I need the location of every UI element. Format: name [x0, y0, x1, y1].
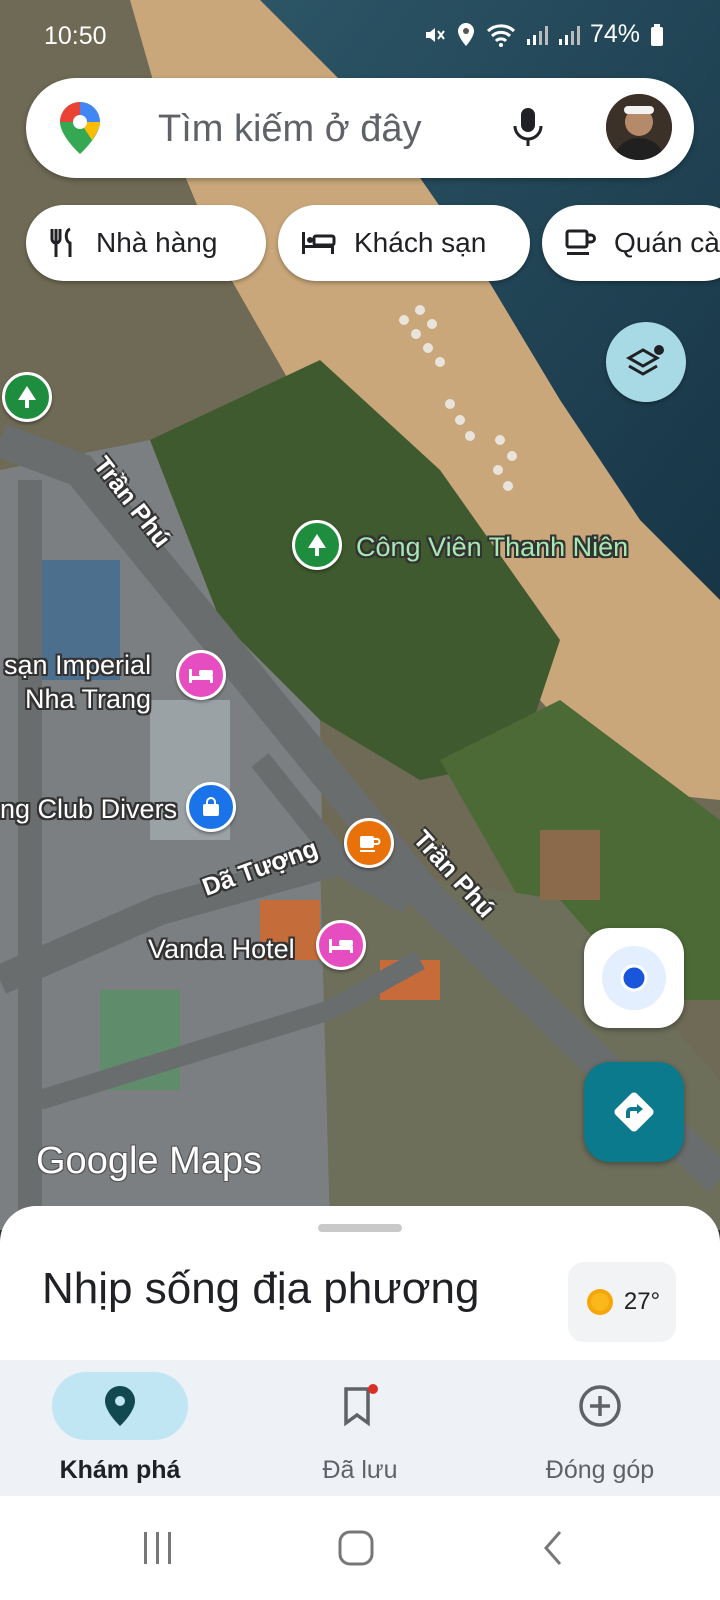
layers-button[interactable]: [606, 322, 686, 402]
google-maps-pin-icon: [60, 102, 100, 154]
chip-label: Quán cà: [614, 227, 720, 258]
profile-photo: [606, 94, 672, 160]
system-nav-bar: [0, 1496, 720, 1600]
cafe-pin[interactable]: [344, 818, 394, 868]
place-label-vanda[interactable]: Vanda Hotel: [148, 934, 295, 965]
status-time: 10:50: [44, 22, 107, 50]
place-label-divers[interactable]: ng Club Divers: [0, 794, 177, 825]
back-icon: [544, 1531, 562, 1565]
map-view[interactable]: Công Viên Thanh Niên sạn Imperial Nha Tr…: [0, 0, 720, 1230]
my-location-button[interactable]: [584, 928, 684, 1028]
shopping-pin[interactable]: [186, 782, 236, 832]
tree-icon: [18, 386, 36, 408]
search-bar[interactable]: Tìm kiếm ở đây: [26, 78, 694, 178]
my-location-icon: [602, 946, 666, 1010]
directions-icon: [614, 1092, 654, 1132]
chip-label: Nhà hàng: [96, 227, 218, 258]
microphone-icon[interactable]: [510, 104, 546, 152]
google-maps-watermark: Google Maps: [36, 1140, 263, 1182]
status-icons: 74%: [422, 20, 664, 49]
avatar[interactable]: [606, 94, 672, 160]
nav-saved[interactable]: Đã lưu: [240, 1360, 480, 1496]
location-icon: [457, 22, 474, 46]
satellite-imagery: [0, 0, 720, 1230]
place-label-park[interactable]: Công Viên Thanh Niên: [356, 532, 628, 563]
weather-temperature: 27°: [623, 1288, 661, 1315]
shopping-bag-icon: [203, 797, 219, 816]
recents-icon: [144, 1532, 171, 1564]
nav-contribute-indicator: [532, 1372, 668, 1440]
nav-explore-indicator: [52, 1372, 188, 1440]
bottom-sheet[interactable]: Nhịp sống địa phương 27°: [0, 1206, 720, 1366]
park-pin[interactable]: [2, 372, 52, 422]
nav-label: Khám phá: [59, 1456, 181, 1484]
hotel-bed-icon: [302, 232, 336, 254]
add-circle-icon: [579, 1385, 621, 1427]
chip-cafes[interactable]: Quán cà: [542, 205, 720, 281]
home-icon: [338, 1530, 374, 1566]
wifi-icon: [486, 23, 515, 47]
signal-icon: [558, 25, 580, 45]
nav-label: Đã lưu: [322, 1456, 398, 1484]
nav-label: Đóng góp: [545, 1456, 655, 1484]
sun-icon: [586, 1289, 613, 1315]
layers-icon: [625, 345, 664, 376]
park-pin[interactable]: [292, 520, 342, 570]
sheet-drag-handle[interactable]: [318, 1224, 402, 1232]
nav-contribute[interactable]: Đóng góp: [480, 1360, 720, 1496]
chip-hotels[interactable]: Khách sạn: [278, 205, 530, 281]
location-pin-icon: [105, 1386, 135, 1426]
weather-chip[interactable]: 27°: [568, 1262, 676, 1342]
mute-icon: [425, 27, 445, 42]
chip-restaurants[interactable]: Nhà hàng: [26, 205, 266, 281]
tree-icon: [308, 534, 326, 556]
chip-label: Khách sạn: [354, 227, 487, 258]
hotel-pin[interactable]: [176, 650, 226, 700]
directions-button[interactable]: [584, 1062, 684, 1162]
home-button[interactable]: [316, 1520, 396, 1576]
hotel-pin[interactable]: [316, 920, 366, 970]
coffee-cup-icon: [360, 836, 381, 852]
nav-explore[interactable]: Khám phá: [0, 1360, 240, 1496]
restaurant-icon: [50, 227, 72, 257]
search-input[interactable]: Tìm kiếm ở đây: [158, 108, 422, 151]
battery-level: 74%: [589, 20, 640, 48]
place-label-hotel[interactable]: sạn Imperial Nha Trang: [4, 648, 151, 716]
bottom-nav: Khám phá Đã lưu Đóng góp: [0, 1360, 720, 1496]
nav-saved-indicator: [292, 1372, 428, 1440]
hotel-bed-icon: [189, 669, 213, 683]
recents-button[interactable]: [118, 1520, 198, 1576]
bookmark-icon: [344, 1384, 378, 1427]
battery-icon: [651, 23, 663, 46]
sheet-title: Nhịp sống địa phương: [42, 1264, 480, 1313]
coffee-cup-icon: [565, 229, 596, 255]
signal-icon: [526, 25, 548, 45]
notification-badge: [368, 1384, 378, 1394]
back-button[interactable]: [514, 1520, 594, 1576]
hotel-bed-icon: [329, 939, 353, 953]
status-bar: 10:50 74%: [0, 0, 720, 70]
